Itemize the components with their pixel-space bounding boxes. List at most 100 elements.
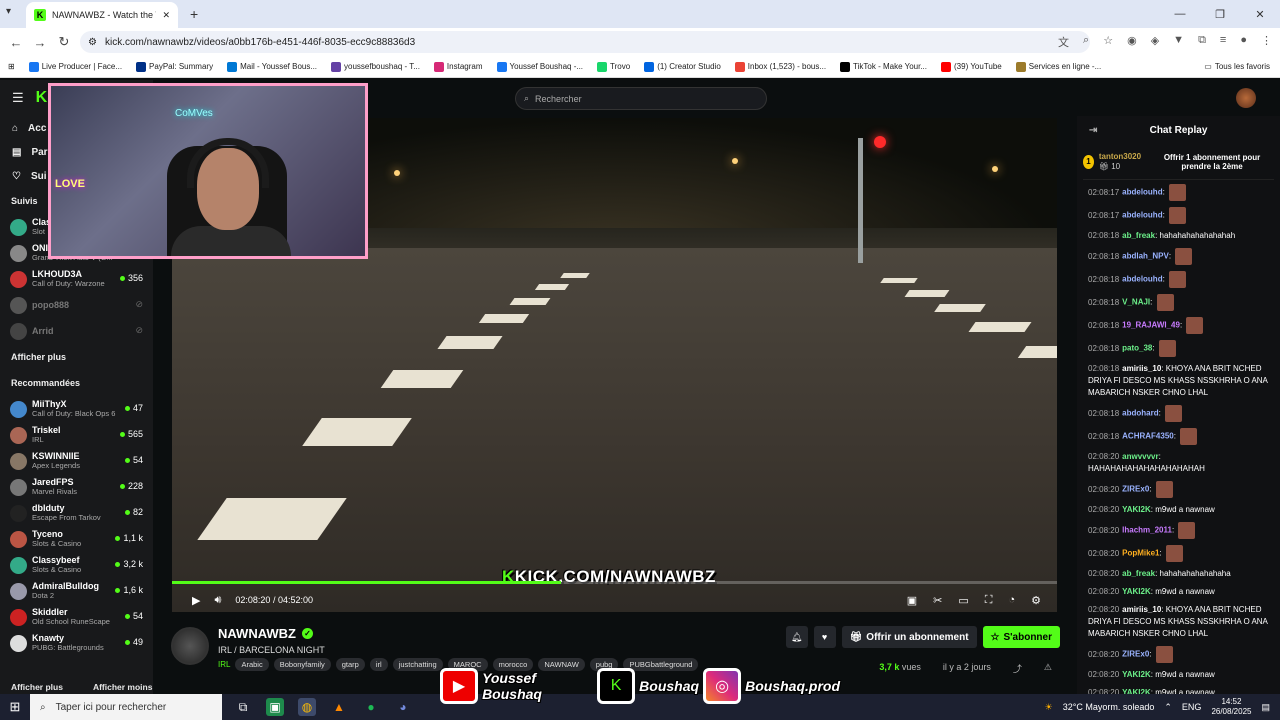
- spotify-icon[interactable]: ●: [362, 698, 380, 716]
- sidebar-channel[interactable]: popo888 ⊘: [0, 292, 153, 318]
- chat-username[interactable]: ab_freak: [1122, 569, 1155, 578]
- chat-username[interactable]: abdelouhd: [1122, 211, 1162, 220]
- chat-username[interactable]: ZIREx0: [1122, 485, 1149, 494]
- bookmark-star-icon[interactable]: ☆: [1103, 34, 1113, 50]
- weather-text[interactable]: 32°C Mayorm. soleado: [1063, 702, 1155, 712]
- task-view-icon[interactable]: ⧉: [234, 698, 252, 716]
- close-window-button[interactable]: ✕: [1240, 0, 1280, 28]
- chat-username[interactable]: amiriis_10: [1122, 605, 1161, 614]
- vlc-icon[interactable]: ▲: [330, 698, 348, 716]
- show-more-button[interactable]: Afficher plus: [11, 682, 63, 692]
- tab-search-icon[interactable]: ▾: [6, 6, 11, 17]
- sidebar-channel[interactable]: Triskel IRL 565: [0, 422, 153, 448]
- bookmark-item[interactable]: Services en ligne -...: [1015, 61, 1101, 72]
- show-less-button[interactable]: Afficher moins: [93, 682, 153, 692]
- sidebar-channel[interactable]: AdmiralBulldog Dota 2 1,6 k: [0, 578, 153, 604]
- clip-icon[interactable]: ✂: [933, 594, 942, 607]
- sidebar-channel[interactable]: KSWINNIIE Apex Legends 54: [0, 448, 153, 474]
- tray-overflow-icon[interactable]: ⌃: [1164, 702, 1172, 713]
- back-button[interactable]: ←: [4, 35, 28, 50]
- chat-username[interactable]: PopMike1: [1122, 549, 1159, 558]
- extension-icon[interactable]: ◉: [1127, 34, 1137, 50]
- top-gifter-name[interactable]: tanton3020: [1099, 152, 1141, 161]
- search-input[interactable]: ⌕ Rechercher: [515, 87, 767, 110]
- sidebar-channel[interactable]: JaredFPS Marvel Rivals 228: [0, 474, 153, 500]
- settings-gear-icon[interactable]: ⚙: [1031, 594, 1041, 607]
- report-icon[interactable]: ⚠: [1044, 662, 1052, 675]
- sidebar-channel[interactable]: Skiddler Old School RuneScape 54: [0, 604, 153, 630]
- kick-logo[interactable]: K: [36, 89, 48, 107]
- url-field[interactable]: ⚙ kick.com/nawnawbz/videos/a0bb176b-e451…: [80, 31, 1090, 53]
- maximize-button[interactable]: ❐: [1200, 0, 1240, 28]
- minimize-button[interactable]: —: [1160, 0, 1200, 28]
- apps-grid-icon[interactable]: ⊞: [8, 62, 15, 71]
- clock[interactable]: 14:52 26/08/2025: [1211, 697, 1251, 717]
- category-link[interactable]: IRL: [218, 660, 230, 669]
- chat-username[interactable]: ACHRAF4350: [1122, 432, 1174, 441]
- extensions-puzzle-icon[interactable]: ⧉: [1198, 34, 1206, 50]
- play-icon[interactable]: ▶: [192, 594, 200, 607]
- chat-username[interactable]: YAKI2K: [1122, 670, 1151, 679]
- notifications-icon[interactable]: ▤: [1261, 702, 1270, 713]
- translate-icon[interactable]: 文: [1058, 34, 1069, 50]
- hamburger-menu-icon[interactable]: ☰: [12, 90, 24, 106]
- mini-player-icon[interactable]: ▣: [907, 594, 917, 607]
- new-tab-button[interactable]: +: [190, 6, 198, 22]
- channel-avatar[interactable]: [171, 627, 209, 665]
- site-info-icon[interactable]: ⚙: [88, 37, 97, 48]
- sidebar-channel[interactable]: LKHOUD3A Call of Duty: Warzone 356: [0, 266, 153, 292]
- theater-mode-icon[interactable]: ▭: [958, 594, 968, 607]
- windows-start-icon[interactable]: ⊞: [0, 699, 30, 715]
- reading-list-icon[interactable]: ≡: [1220, 34, 1226, 50]
- subscribe-button[interactable]: ☆ S'abonner: [982, 626, 1060, 648]
- sidebar-channel[interactable]: MiiThyX Call of Duty: Black Ops 6 47: [0, 396, 153, 422]
- chat-username[interactable]: abdohard: [1122, 409, 1158, 418]
- bookmark-item[interactable]: Instagram: [433, 61, 483, 72]
- channel-name[interactable]: NAWNAWBZ: [218, 626, 296, 641]
- sidebar-channel[interactable]: Arrid ⊘: [0, 318, 153, 344]
- chat-username[interactable]: ab_freak: [1122, 231, 1155, 240]
- notification-bell-button[interactable]: 🔔︎: [785, 626, 808, 648]
- discord-icon[interactable]: ◕: [394, 698, 412, 716]
- chrome-icon[interactable]: ◍: [298, 698, 316, 716]
- bookmark-item[interactable]: Trovo: [597, 61, 630, 72]
- chat-username[interactable]: YAKI2K: [1122, 505, 1151, 514]
- chat-username[interactable]: abdelouhd: [1122, 275, 1162, 284]
- chat-username[interactable]: 19_RAJAWI_49: [1122, 321, 1180, 330]
- volume-icon[interactable]: 🔊︎: [214, 594, 221, 607]
- tag-chip[interactable]: gtarp: [335, 658, 365, 671]
- tag-chip[interactable]: Arabic: [235, 658, 269, 671]
- tag-chip[interactable]: justchatting: [392, 658, 443, 671]
- tag-chip[interactable]: Bobonyfamily: [273, 658, 331, 671]
- fullscreen-icon[interactable]: ⛶: [985, 594, 993, 607]
- all-bookmarks[interactable]: ▭ Tous les favoris: [1204, 62, 1270, 71]
- chat-username[interactable]: abdelouhd: [1122, 188, 1162, 197]
- share-icon[interactable]: ⤴: [1013, 662, 1022, 675]
- bookmark-item[interactable]: Mail - Youssef Bous...: [227, 61, 317, 72]
- sidebar-channel[interactable]: dblduty Escape From Tarkov 82: [0, 500, 153, 526]
- sidebar-channel[interactable]: Classybeef Slots & Casino 3,2 k: [0, 552, 153, 578]
- profile-icon[interactable]: ●: [1240, 34, 1247, 50]
- weather-icon[interactable]: ☀: [1045, 702, 1053, 713]
- bookmark-item[interactable]: TikTok - Make Your...: [840, 61, 927, 72]
- extension-fox-icon[interactable]: ▼: [1173, 34, 1184, 50]
- sidebar-channel[interactable]: Tyceno Slots & Casino 1,1 k: [0, 526, 153, 552]
- chat-username[interactable]: anwvvvvr: [1122, 452, 1158, 461]
- bookmark-item[interactable]: (1) Creator Studio: [644, 61, 721, 72]
- chat-username[interactable]: YAKI2K: [1122, 587, 1151, 596]
- user-avatar[interactable]: [1236, 88, 1256, 108]
- video-progress-bar[interactable]: [172, 581, 1057, 584]
- bookmark-item[interactable]: youssefboushaq - T...: [331, 61, 420, 72]
- show-more-following[interactable]: Afficher plus: [0, 344, 153, 370]
- forward-button[interactable]: →: [28, 35, 52, 50]
- chat-username[interactable]: ZIREx0: [1122, 650, 1149, 659]
- app-green-icon[interactable]: ▣: [266, 698, 284, 716]
- chat-username[interactable]: abdlah_NPV: [1122, 252, 1169, 261]
- bookmark-item[interactable]: Youssef Boushaq -...: [496, 61, 583, 72]
- chat-username[interactable]: pato_38: [1122, 344, 1152, 353]
- bookmark-item[interactable]: (39) YouTube: [941, 61, 1002, 72]
- sidebar-channel[interactable]: Knawty PUBG: Battlegrounds 49: [0, 630, 153, 656]
- browser-tab[interactable]: K NAWNAWBZ - Watch the VOD ✕: [26, 2, 178, 28]
- bookmark-item[interactable]: Live Producer | Face...: [28, 61, 122, 72]
- zoom-icon[interactable]: ⌕: [1083, 34, 1089, 50]
